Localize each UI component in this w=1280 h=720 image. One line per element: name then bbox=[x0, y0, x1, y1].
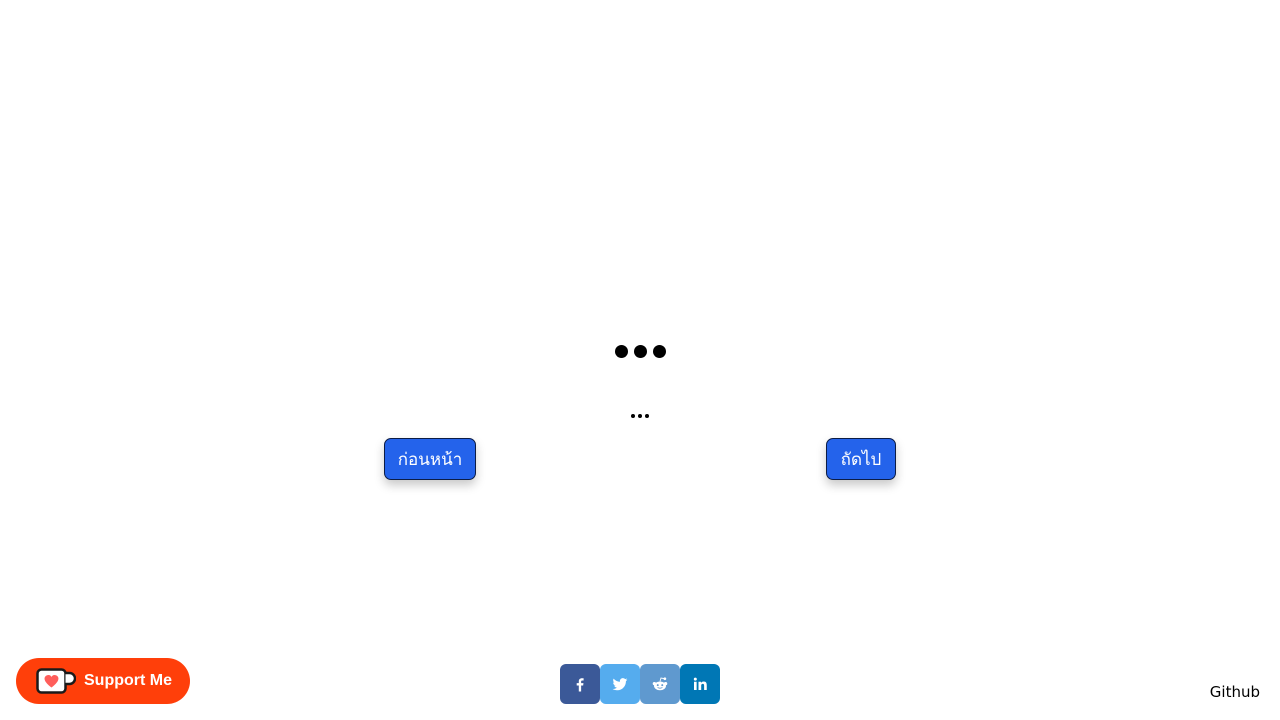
loading-dot bbox=[645, 413, 649, 418]
twitter-icon bbox=[612, 678, 628, 691]
share-linkedin-button[interactable] bbox=[680, 664, 720, 704]
linkedin-icon bbox=[693, 677, 707, 690]
loading-indicator-small bbox=[0, 405, 1280, 421]
loading-dot bbox=[652, 345, 666, 358]
share-twitter-button[interactable] bbox=[600, 664, 640, 704]
share-reddit-button[interactable] bbox=[640, 664, 680, 704]
facebook-icon bbox=[576, 678, 584, 692]
loading-dot bbox=[614, 345, 628, 358]
support-me-label: Support Me bbox=[84, 672, 172, 689]
loading-dot bbox=[638, 413, 642, 418]
kofi-cup-icon bbox=[36, 668, 76, 694]
github-link[interactable]: Github bbox=[1210, 683, 1260, 701]
previous-button[interactable]: ก่อนหน้า bbox=[384, 438, 476, 480]
loading-dot bbox=[631, 413, 635, 418]
page: ก่อนหน้า ถัดไป Support Me Github bbox=[0, 0, 1280, 720]
loading-indicator-large bbox=[0, 341, 1280, 375]
support-me-button[interactable]: Support Me bbox=[16, 658, 190, 704]
next-button[interactable]: ถัดไป bbox=[826, 438, 896, 480]
loading-dot bbox=[633, 345, 647, 358]
share-bar bbox=[560, 664, 720, 704]
share-facebook-button[interactable] bbox=[560, 664, 600, 704]
reddit-icon bbox=[652, 677, 668, 691]
